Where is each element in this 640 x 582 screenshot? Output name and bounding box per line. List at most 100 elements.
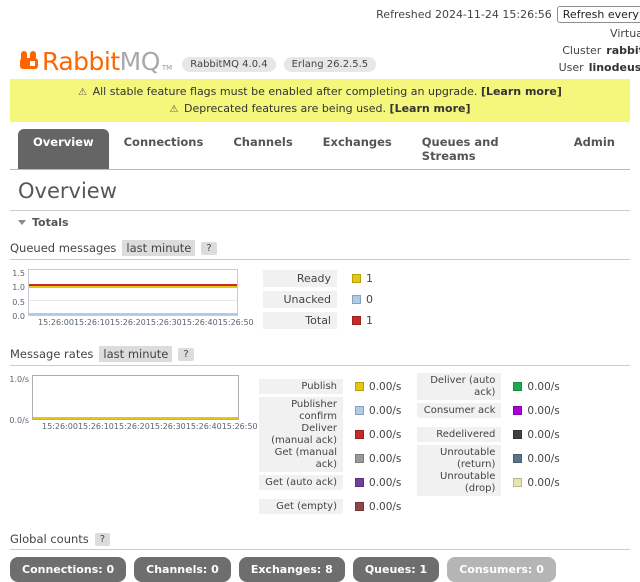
- warning-icon: ⚠: [170, 104, 179, 115]
- get-empty-swatch-icon: [355, 502, 364, 511]
- tab-exchanges[interactable]: Exchanges: [308, 129, 407, 169]
- unacked-series-line: [29, 313, 237, 315]
- x-tick: 15:26:00: [42, 422, 78, 431]
- banner-text: All stable feature flags must be enabled…: [93, 85, 478, 98]
- y-tick: 0.0: [12, 312, 25, 321]
- deliver-manual-ack-swatch-icon: [355, 430, 364, 439]
- consumer-ack-swatch-icon: [513, 406, 522, 415]
- legend-value: 0: [366, 293, 373, 306]
- badge-label: Consumers:: [459, 563, 532, 576]
- badge-value: 1: [420, 563, 428, 576]
- refresh-interval-select[interactable]: Refresh every 5 seconds ▾: [557, 6, 640, 23]
- tab-channels[interactable]: Channels: [218, 129, 307, 169]
- top-bar: RabbitMQ TM RabbitMQ 4.0.4 Erlang 26.2.5…: [0, 0, 640, 76]
- cluster-name: rabbit@my-linode: [606, 44, 640, 57]
- tab-overview[interactable]: Overview: [18, 129, 109, 169]
- tab-queues-and-streams[interactable]: Queues and Streams: [407, 129, 559, 169]
- legend-label: Publish: [259, 379, 343, 395]
- legend-label: Get (empty): [259, 499, 343, 515]
- trademark-text: TM: [162, 64, 172, 72]
- legend-label: Get (manual ack): [259, 445, 343, 472]
- x-tick: 15:26:20: [110, 318, 146, 327]
- queued-chart-y-axis: 1.5 1.0 0.5 0.0: [10, 269, 28, 321]
- rates-range-selector[interactable]: last minute: [99, 346, 172, 362]
- version-badges: RabbitMQ 4.0.4 Erlang 26.2.5.5: [182, 57, 376, 72]
- rates-help-icon[interactable]: ?: [178, 348, 193, 361]
- legend-value: 1: [366, 314, 373, 327]
- legend-label: Unacked: [263, 291, 337, 308]
- x-tick: 15:26:40: [186, 422, 222, 431]
- rates-chart-x-axis: 15:26:00 15:26:10 15:26:20 15:26:30 15:2…: [32, 422, 239, 431]
- user-label: User: [559, 61, 584, 74]
- badge-label: Channels:: [146, 563, 207, 576]
- global-counts-section: Global counts ? Connections: 0 Channels:…: [10, 525, 630, 582]
- global-counts-help-icon[interactable]: ?: [95, 533, 110, 546]
- refresh-interval-value: Refresh every 5 seconds: [563, 8, 640, 21]
- message-rates-chart: [32, 375, 239, 420]
- badge-value: 0: [106, 563, 114, 576]
- channels-count-badge[interactable]: Channels: 0: [134, 557, 231, 582]
- publish-swatch-icon: [355, 382, 364, 391]
- badge-value: 0: [536, 563, 544, 576]
- get-auto-ack-swatch-icon: [355, 478, 364, 487]
- virtual-host-label: Virtual host: [610, 27, 640, 40]
- connections-count-badge[interactable]: Connections: 0: [10, 557, 126, 582]
- queued-range-selector[interactable]: last minute: [122, 240, 195, 256]
- y-tick: 0.5: [12, 298, 25, 307]
- y-tick: 1.5: [12, 269, 25, 278]
- legend-value: 0.00/s: [527, 429, 559, 441]
- tab-connections[interactable]: Connections: [109, 129, 219, 169]
- rabbitmq-version-badge: RabbitMQ 4.0.4: [182, 57, 275, 72]
- legend-value: 1: [366, 272, 373, 285]
- banner-line-deprecated: ⚠ Deprecated features are being used. [L…: [14, 101, 626, 118]
- legend-label: Total: [263, 312, 337, 329]
- learn-more-link[interactable]: [Learn more]: [390, 102, 471, 115]
- banner-text: Deprecated features are being used.: [184, 102, 386, 115]
- legend-label: Publisher confirm: [259, 397, 343, 424]
- session-panel: Refreshed 2024-11-24 15:26:56 Refresh ev…: [376, 6, 640, 76]
- y-tick: 1.0: [12, 283, 25, 292]
- badge-value: 8: [325, 563, 333, 576]
- totals-section-label: Totals: [32, 216, 69, 229]
- brand-rabbit-text: Rabbit: [42, 47, 120, 76]
- rabbitmq-logo[interactable]: RabbitMQ TM: [18, 47, 172, 76]
- global-counts-title: Global counts: [10, 532, 89, 546]
- legend-value: 0.00/s: [369, 381, 401, 393]
- legend-value: 0.00/s: [527, 405, 559, 417]
- y-tick: 1.0/s: [9, 375, 29, 384]
- queued-help-icon[interactable]: ?: [201, 242, 216, 255]
- y-tick: 0.0/s: [9, 416, 29, 425]
- rates-legend-right-column: Deliver (auto ack) 0.00/s Consumer ack 0…: [417, 375, 559, 495]
- legend-value: 0.00/s: [527, 381, 559, 393]
- consumers-count-badge[interactable]: Consumers: 0: [447, 557, 556, 582]
- rabbitmq-management-app: RabbitMQ TM RabbitMQ 4.0.4 Erlang 26.2.5…: [0, 0, 640, 464]
- queued-messages-section: Queued messages last minute ? 1.5 1.0 0.…: [10, 233, 630, 333]
- publisher-confirm-swatch-icon: [355, 406, 364, 415]
- legend-row-total: Total 1: [263, 312, 373, 329]
- main-content: Overview Totals Queued messages last min…: [0, 179, 640, 582]
- collapse-triangle-icon: [18, 220, 26, 225]
- legend-value: 0.00/s: [369, 453, 401, 465]
- unroutable-return-swatch-icon: [513, 454, 522, 463]
- total-series-line: [29, 284, 237, 286]
- legend-row-unacked: Unacked 0: [263, 291, 373, 308]
- total-swatch-icon: [352, 316, 361, 325]
- tab-admin[interactable]: Admin: [559, 129, 630, 169]
- legend-label: Ready: [263, 270, 337, 287]
- legend-row-publish: Publish 0.00/s: [259, 375, 401, 398]
- legend-label: Unroutable (return): [417, 445, 501, 472]
- legend-row-consumer-ack: Consumer ack 0.00/s: [417, 399, 559, 422]
- exchanges-count-badge[interactable]: Exchanges: 8: [239, 557, 345, 582]
- legend-row-unroutable-return: Unroutable (return) 0.00/s: [417, 447, 559, 470]
- message-rates-legend: Publish 0.00/s Publisher confirm 0.00/s …: [259, 375, 560, 519]
- page-title: Overview: [18, 179, 630, 203]
- legend-row-get-manual-ack: Get (manual ack) 0.00/s: [259, 447, 401, 470]
- legend-value: 0.00/s: [369, 501, 401, 513]
- totals-section-toggle[interactable]: Totals: [10, 210, 630, 233]
- learn-more-link[interactable]: [Learn more]: [481, 85, 562, 98]
- legend-label: Consumer ack: [417, 403, 501, 419]
- x-tick: 15:26:40: [182, 318, 218, 327]
- legend-row-redelivered: Redelivered 0.00/s: [417, 423, 559, 446]
- queues-count-badge[interactable]: Queues: 1: [353, 557, 439, 582]
- badge-value: 0: [211, 563, 219, 576]
